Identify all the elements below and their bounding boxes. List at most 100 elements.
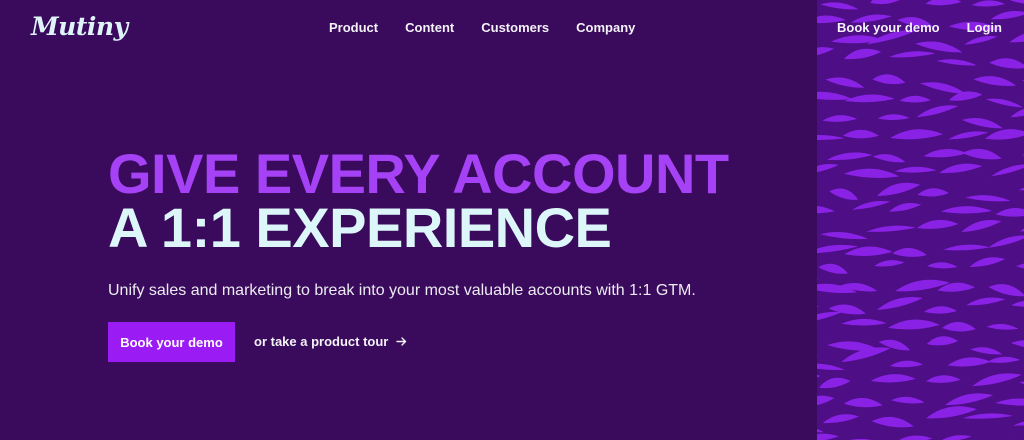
pattern-stripe bbox=[947, 357, 991, 367]
pattern-stripe bbox=[962, 413, 1014, 419]
pattern-stripe bbox=[940, 206, 993, 214]
login-link[interactable]: Login bbox=[967, 20, 1002, 35]
pattern-stripe bbox=[970, 347, 1003, 355]
pattern-stripe bbox=[938, 435, 972, 440]
pattern-stripe bbox=[817, 134, 845, 141]
pattern-stripe bbox=[1010, 339, 1024, 351]
pattern-stripe bbox=[890, 129, 944, 140]
pattern-stripe bbox=[872, 154, 906, 163]
pattern-stripe bbox=[825, 77, 865, 88]
pattern-stripe bbox=[889, 360, 923, 368]
pattern-stripe bbox=[948, 131, 989, 140]
pattern-stripe bbox=[994, 398, 1024, 406]
product-tour-link[interactable]: or take a product tour bbox=[254, 334, 407, 349]
pattern-stripe bbox=[972, 373, 1022, 387]
pattern-stripe bbox=[966, 297, 1006, 306]
pattern-stripe bbox=[895, 279, 950, 292]
pattern-stripe bbox=[1019, 381, 1024, 395]
pattern-stripe bbox=[1010, 0, 1024, 5]
pattern-stripe bbox=[817, 91, 853, 100]
pattern-stripe bbox=[817, 345, 819, 357]
pattern-stripe bbox=[817, 395, 835, 407]
hero-subtitle: Unify sales and marketing to break into … bbox=[108, 282, 696, 299]
pattern-stripe bbox=[924, 306, 958, 314]
main-nav: Product Content Customers Company bbox=[329, 20, 662, 35]
nav-product[interactable]: Product bbox=[329, 20, 378, 35]
pattern-stripe bbox=[817, 363, 845, 371]
pattern-stripe bbox=[1018, 184, 1024, 191]
pattern-stripe bbox=[943, 244, 990, 251]
pattern-stripe bbox=[843, 48, 882, 60]
headline-line-1: GIVE EVERY ACCOUNT bbox=[108, 142, 729, 205]
headline-line-2: A 1:1 EXPERIENCE bbox=[108, 196, 612, 259]
pattern-stripe bbox=[822, 115, 858, 122]
pattern-stripe bbox=[818, 263, 849, 274]
pattern-stripe bbox=[916, 105, 959, 118]
pattern-stripe bbox=[820, 2, 859, 10]
pattern-stripe bbox=[841, 318, 887, 326]
pattern-stripe bbox=[987, 356, 1021, 363]
pattern-stripe bbox=[817, 300, 819, 309]
pattern-stripe bbox=[969, 257, 1006, 267]
pattern-stripe bbox=[829, 188, 859, 200]
pattern-stripe bbox=[1009, 30, 1024, 43]
pattern-stripe bbox=[874, 260, 905, 267]
pattern-stripe bbox=[936, 59, 978, 66]
pattern-stripe bbox=[988, 235, 1024, 248]
pattern-stripe bbox=[844, 94, 895, 103]
account-nav: Book your demo Login bbox=[837, 20, 1002, 35]
pattern-stripe bbox=[984, 129, 1024, 140]
pattern-stripe bbox=[842, 129, 879, 139]
pattern-stripe bbox=[894, 166, 937, 173]
pattern-stripe bbox=[1011, 300, 1024, 307]
pattern-stripe bbox=[916, 219, 959, 229]
pattern-stripe bbox=[971, 0, 1006, 7]
page: Mutiny Product Content Customers Company… bbox=[0, 0, 1024, 440]
pattern-stripe bbox=[989, 58, 1024, 69]
pattern-stripe bbox=[822, 414, 859, 424]
nav-company[interactable]: Company bbox=[576, 20, 635, 35]
book-demo-link[interactable]: Book your demo bbox=[837, 20, 940, 35]
pattern-stripe bbox=[973, 76, 1016, 86]
pattern-stripe bbox=[944, 393, 994, 406]
pattern-stripe bbox=[926, 262, 958, 269]
pattern-stripe bbox=[817, 163, 839, 174]
pattern-stripe bbox=[942, 321, 976, 332]
pattern-stripe bbox=[891, 396, 925, 404]
pattern-stripe bbox=[961, 118, 1003, 129]
pattern-stripe bbox=[995, 207, 1024, 217]
nav-customers[interactable]: Customers bbox=[481, 20, 549, 35]
pattern-stripe bbox=[896, 435, 933, 440]
pattern-stripe bbox=[925, 0, 962, 6]
pattern-stripe bbox=[988, 284, 1024, 297]
book-demo-button[interactable]: Book your demo bbox=[108, 322, 235, 362]
pattern-stripe bbox=[817, 372, 821, 384]
pattern-stripe bbox=[961, 220, 1002, 232]
pattern-stripe bbox=[876, 297, 924, 310]
pattern-stripe bbox=[889, 203, 922, 212]
pattern-stripe bbox=[871, 416, 914, 428]
pattern-stripe bbox=[889, 51, 936, 58]
pattern-stripe bbox=[1013, 418, 1024, 426]
pattern-stripe bbox=[843, 168, 900, 178]
pattern-stripe bbox=[877, 114, 910, 121]
pattern-stripe bbox=[939, 163, 983, 174]
pattern-stripe bbox=[991, 164, 1024, 177]
pattern-stripe bbox=[923, 149, 968, 158]
pattern-stripe bbox=[826, 152, 873, 160]
pattern-stripe bbox=[892, 247, 927, 257]
pattern-stripe bbox=[899, 95, 931, 103]
arrow-right-icon bbox=[396, 336, 407, 347]
nav-content[interactable]: Content bbox=[405, 20, 454, 35]
pattern-stripe bbox=[817, 205, 835, 214]
pattern-stripe bbox=[869, 0, 902, 5]
pattern-stripe bbox=[843, 397, 883, 408]
pattern-stripe bbox=[872, 74, 906, 85]
mutiny-logo[interactable]: Mutiny bbox=[31, 12, 128, 41]
pattern-stripe bbox=[985, 98, 1024, 108]
pattern-stripe bbox=[1015, 262, 1024, 272]
pattern-stripe bbox=[925, 375, 961, 383]
decorative-pattern bbox=[817, 0, 1024, 440]
pattern-stripe bbox=[965, 195, 1011, 202]
pattern-stripe bbox=[817, 270, 819, 280]
